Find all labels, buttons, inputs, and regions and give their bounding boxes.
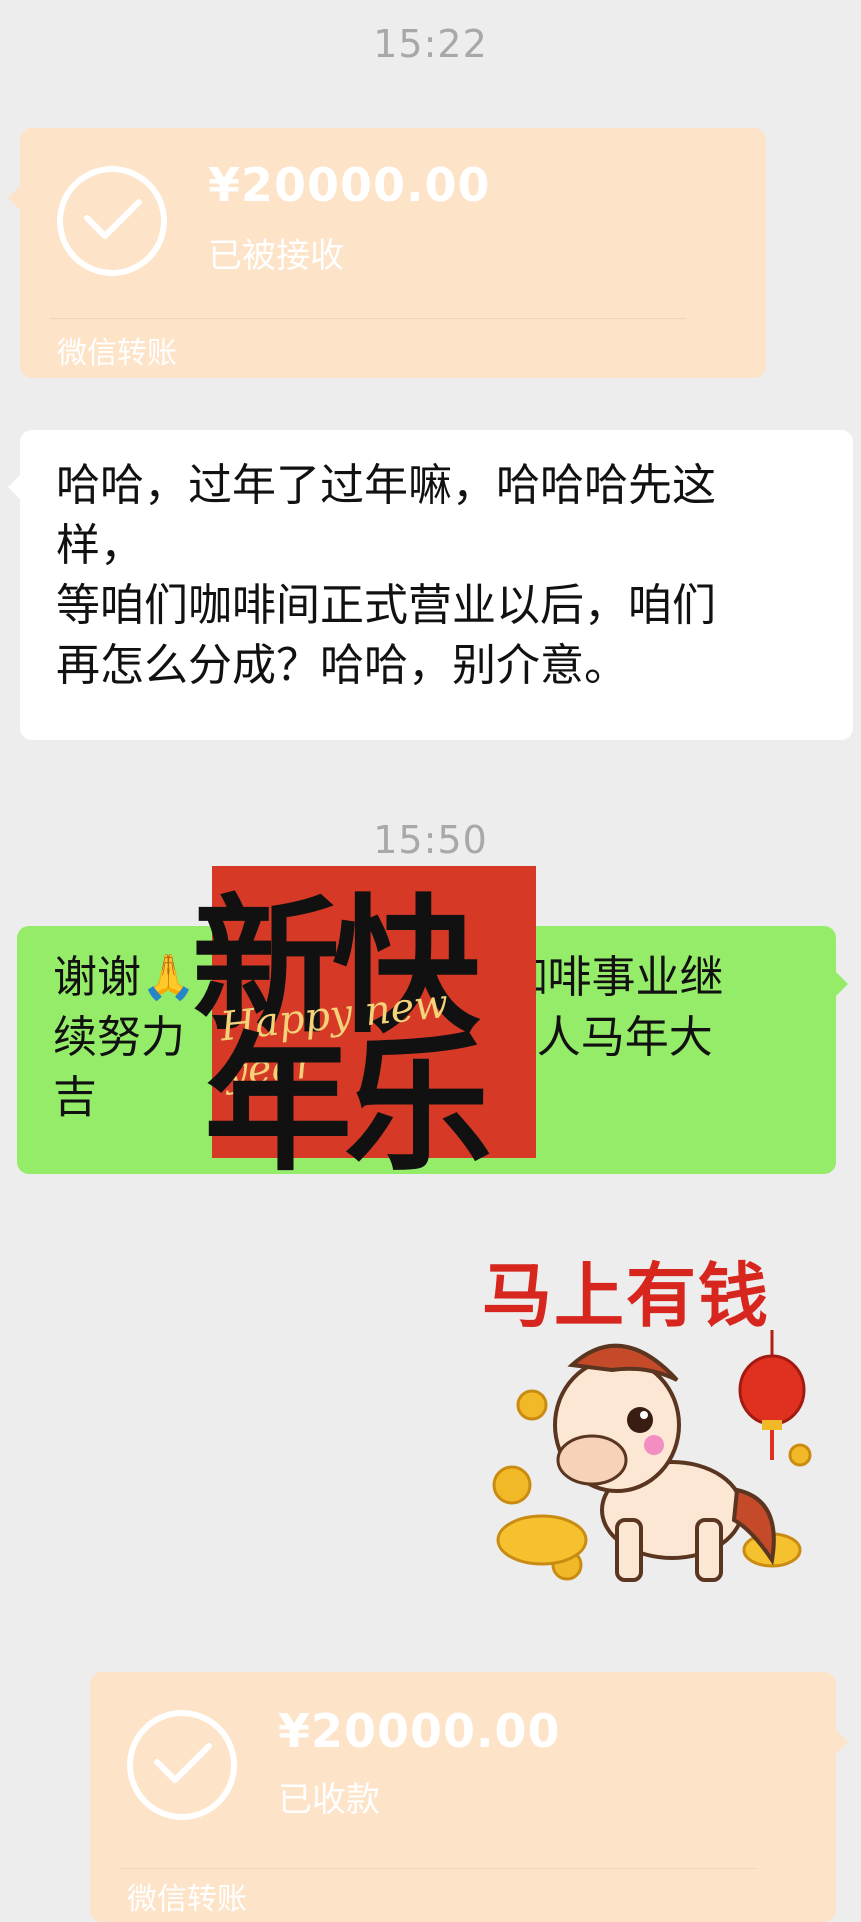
transfer-source-label: 微信转账 (127, 1882, 247, 1917)
bubble-tail (836, 972, 848, 996)
check-circle-icon (127, 1710, 237, 1820)
timestamp-first: 15:22 (373, 22, 488, 66)
transfer-card-collected[interactable]: ¥20000.00 已收款 微信转账 (90, 1672, 848, 1922)
transfer-status: 已被接收 (208, 236, 344, 276)
sticker-chars-bottom: 年乐 (204, 1017, 492, 1191)
message-text: 哈哈，过年了过年嘛，哈哈哈先这 样， 等咱们咖啡间正式营业以后，咱们 再怎么分成… (56, 460, 716, 691)
message-bubble-left[interactable]: 哈哈，过年了过年嘛，哈哈哈先这 样， 等咱们咖啡间正式营业以后，咱们 再怎么分成… (8, 430, 853, 740)
divider (50, 318, 686, 319)
check-circle-icon (57, 166, 167, 276)
transfer-card-received[interactable]: ¥20000.00 已被接收 微信转账 (8, 128, 766, 378)
bubble-tail (8, 475, 20, 499)
horse-sticker: 马上有钱 (472, 1240, 826, 1600)
transfer-status: 已收款 (278, 1780, 380, 1820)
bubble-tail (8, 186, 20, 210)
bubble-tail (836, 1730, 848, 1754)
horse-illustration-icon (492, 1330, 812, 1582)
transfer-amount: ¥20000.00 (208, 158, 491, 212)
transfer-amount: ¥20000.00 (278, 1704, 561, 1758)
transfer-source-label: 微信转账 (57, 336, 177, 371)
new-year-sticker: 新快 Happy new year 年乐 (192, 866, 536, 1191)
divider (120, 1868, 756, 1869)
